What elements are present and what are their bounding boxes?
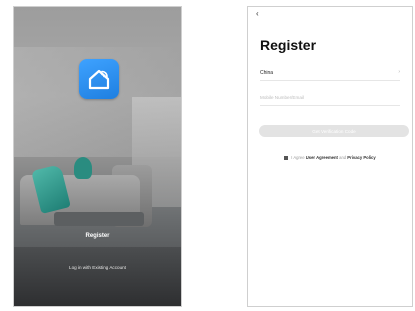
user-agreement-link[interactable]: User Agreement [306,155,338,160]
background-robot-head [74,157,92,179]
smart-home-wifi-icon [79,59,119,99]
chevron-right-icon: › [398,69,400,75]
agreement-prefix: I Agree [291,155,305,160]
agreement-checkbox[interactable] [284,155,289,160]
privacy-policy-link[interactable]: Privacy Policy [347,155,375,160]
page-title: Register [260,37,317,53]
agreement-row: I Agree User Agreement and Privacy Polic… [248,155,412,160]
account-input[interactable] [260,92,400,102]
register-button[interactable]: Register [14,233,181,239]
country-select[interactable]: China [260,70,273,76]
background-floor [14,247,181,306]
agreement-and: and [339,155,347,160]
get-verification-code-button[interactable]: Get Verification Code [259,125,409,137]
account-divider [260,105,400,106]
register-screen: ‹ Register China › Get Verification Code… [247,6,413,307]
welcome-screen: Register Log in with Existing Account [13,6,182,307]
back-arrow-icon[interactable]: ‹ [256,10,259,18]
login-existing-account-link[interactable]: Log in with Existing Account [14,265,181,270]
background-table [54,212,144,226]
country-divider [260,80,400,81]
